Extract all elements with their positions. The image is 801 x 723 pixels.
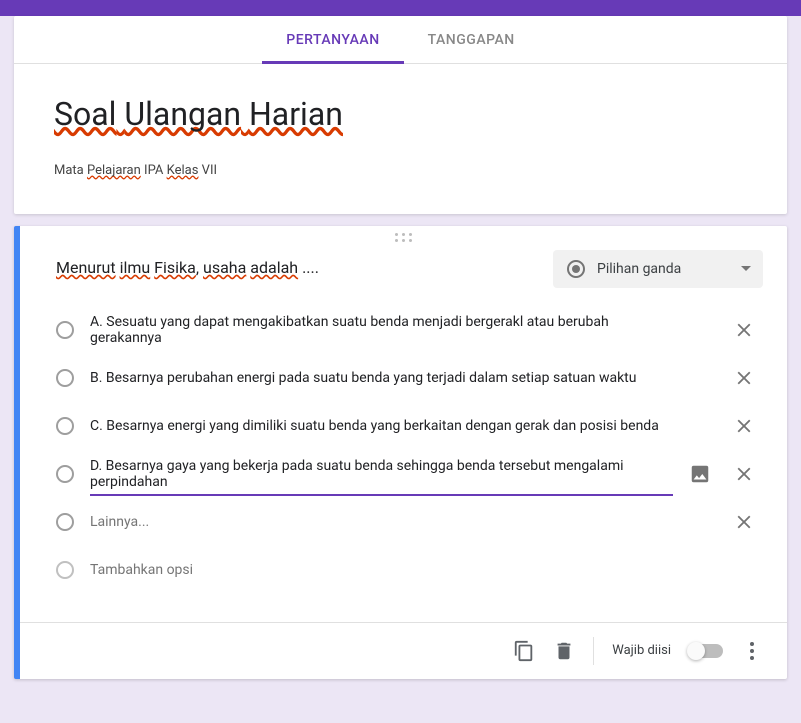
delete-button[interactable] — [553, 640, 575, 662]
image-icon — [689, 463, 711, 485]
add-option-row: Tambahkan opsi — [56, 546, 763, 594]
close-icon — [733, 415, 755, 437]
form-header: Soal Ulangan Harian Mata Pelajaran IPA K… — [14, 64, 787, 214]
option-row: A. Sesuatu yang dapat mengakibatkan suat… — [56, 306, 763, 354]
title-word-1: Soal — [54, 95, 116, 133]
separator — [593, 637, 594, 665]
option-row: D. Besarnya gaya yang bekerja pada suatu… — [56, 450, 763, 498]
close-icon — [733, 511, 755, 533]
title-word-2: Ulangan — [124, 95, 241, 133]
radio-empty-icon — [56, 465, 74, 483]
option-input[interactable]: A. Sesuatu yang dapat mengakibatkan suat… — [90, 308, 673, 352]
trash-icon — [553, 640, 575, 662]
option-input[interactable]: D. Besarnya gaya yang bekerja pada suatu… — [90, 452, 673, 496]
option-input[interactable]: B. Besarnya perubahan energi pada suatu … — [90, 364, 673, 392]
form-description[interactable]: Mata Pelajaran IPA Kelas VII — [54, 163, 747, 178]
question-card: Menurut ilmu Fisika, usaha adalah .... P… — [14, 226, 787, 679]
question-footer: Wajib diisi — [20, 622, 787, 679]
radio-empty-icon — [56, 561, 74, 579]
question-text-input[interactable]: Menurut ilmu Fisika, usaha adalah .... — [56, 250, 533, 281]
chevron-down-icon — [741, 266, 751, 271]
radio-filled-icon — [567, 260, 585, 278]
remove-option-button[interactable] — [733, 367, 755, 389]
close-icon — [733, 463, 755, 485]
remove-option-button[interactable] — [733, 463, 755, 485]
page-wrap: PERTANYAAN TANGGAPAN Soal Ulangan Harian… — [0, 16, 801, 693]
option-row-other: Lainnya... — [56, 498, 763, 546]
remove-option-button[interactable] — [733, 319, 755, 341]
add-option-button[interactable]: Tambahkan opsi — [90, 556, 673, 584]
required-label: Wajib diisi — [612, 643, 671, 658]
radio-empty-icon — [56, 513, 74, 531]
drag-handle[interactable] — [20, 226, 787, 250]
more-vert-icon — [750, 642, 754, 646]
add-image-button[interactable] — [689, 463, 711, 485]
radio-empty-icon — [56, 417, 74, 435]
close-icon — [733, 319, 755, 341]
title-word-3: Harian — [249, 95, 343, 133]
question-type-label: Pilihan ganda — [597, 261, 729, 277]
copy-icon — [513, 640, 535, 662]
more-options-button[interactable] — [741, 640, 763, 662]
option-row: C. Besarnya energi yang dimiliki suatu b… — [56, 402, 763, 450]
options-list: A. Sesuatu yang dapat mengakibatkan suat… — [20, 288, 787, 594]
required-toggle[interactable] — [689, 644, 723, 658]
other-option-label[interactable]: Lainnya... — [90, 508, 673, 536]
duplicate-button[interactable] — [513, 640, 535, 662]
tab-responses[interactable]: TANGGAPAN — [404, 16, 539, 63]
option-row: B. Besarnya perubahan energi pada suatu … — [56, 354, 763, 402]
question-type-dropdown[interactable]: Pilihan ganda — [553, 250, 763, 288]
remove-option-button[interactable] — [733, 415, 755, 437]
tab-questions[interactable]: PERTANYAAN — [262, 16, 403, 63]
option-input[interactable]: C. Besarnya energi yang dimiliki suatu b… — [90, 412, 673, 440]
radio-empty-icon — [56, 369, 74, 387]
radio-empty-icon — [56, 321, 74, 339]
drag-icon — [395, 233, 413, 243]
remove-option-button[interactable] — [733, 511, 755, 533]
tabs-bar: PERTANYAAN TANGGAPAN — [14, 16, 787, 64]
close-icon — [733, 367, 755, 389]
form-title[interactable]: Soal Ulangan Harian — [54, 92, 747, 137]
form-header-card: PERTANYAAN TANGGAPAN Soal Ulangan Harian… — [14, 16, 787, 214]
